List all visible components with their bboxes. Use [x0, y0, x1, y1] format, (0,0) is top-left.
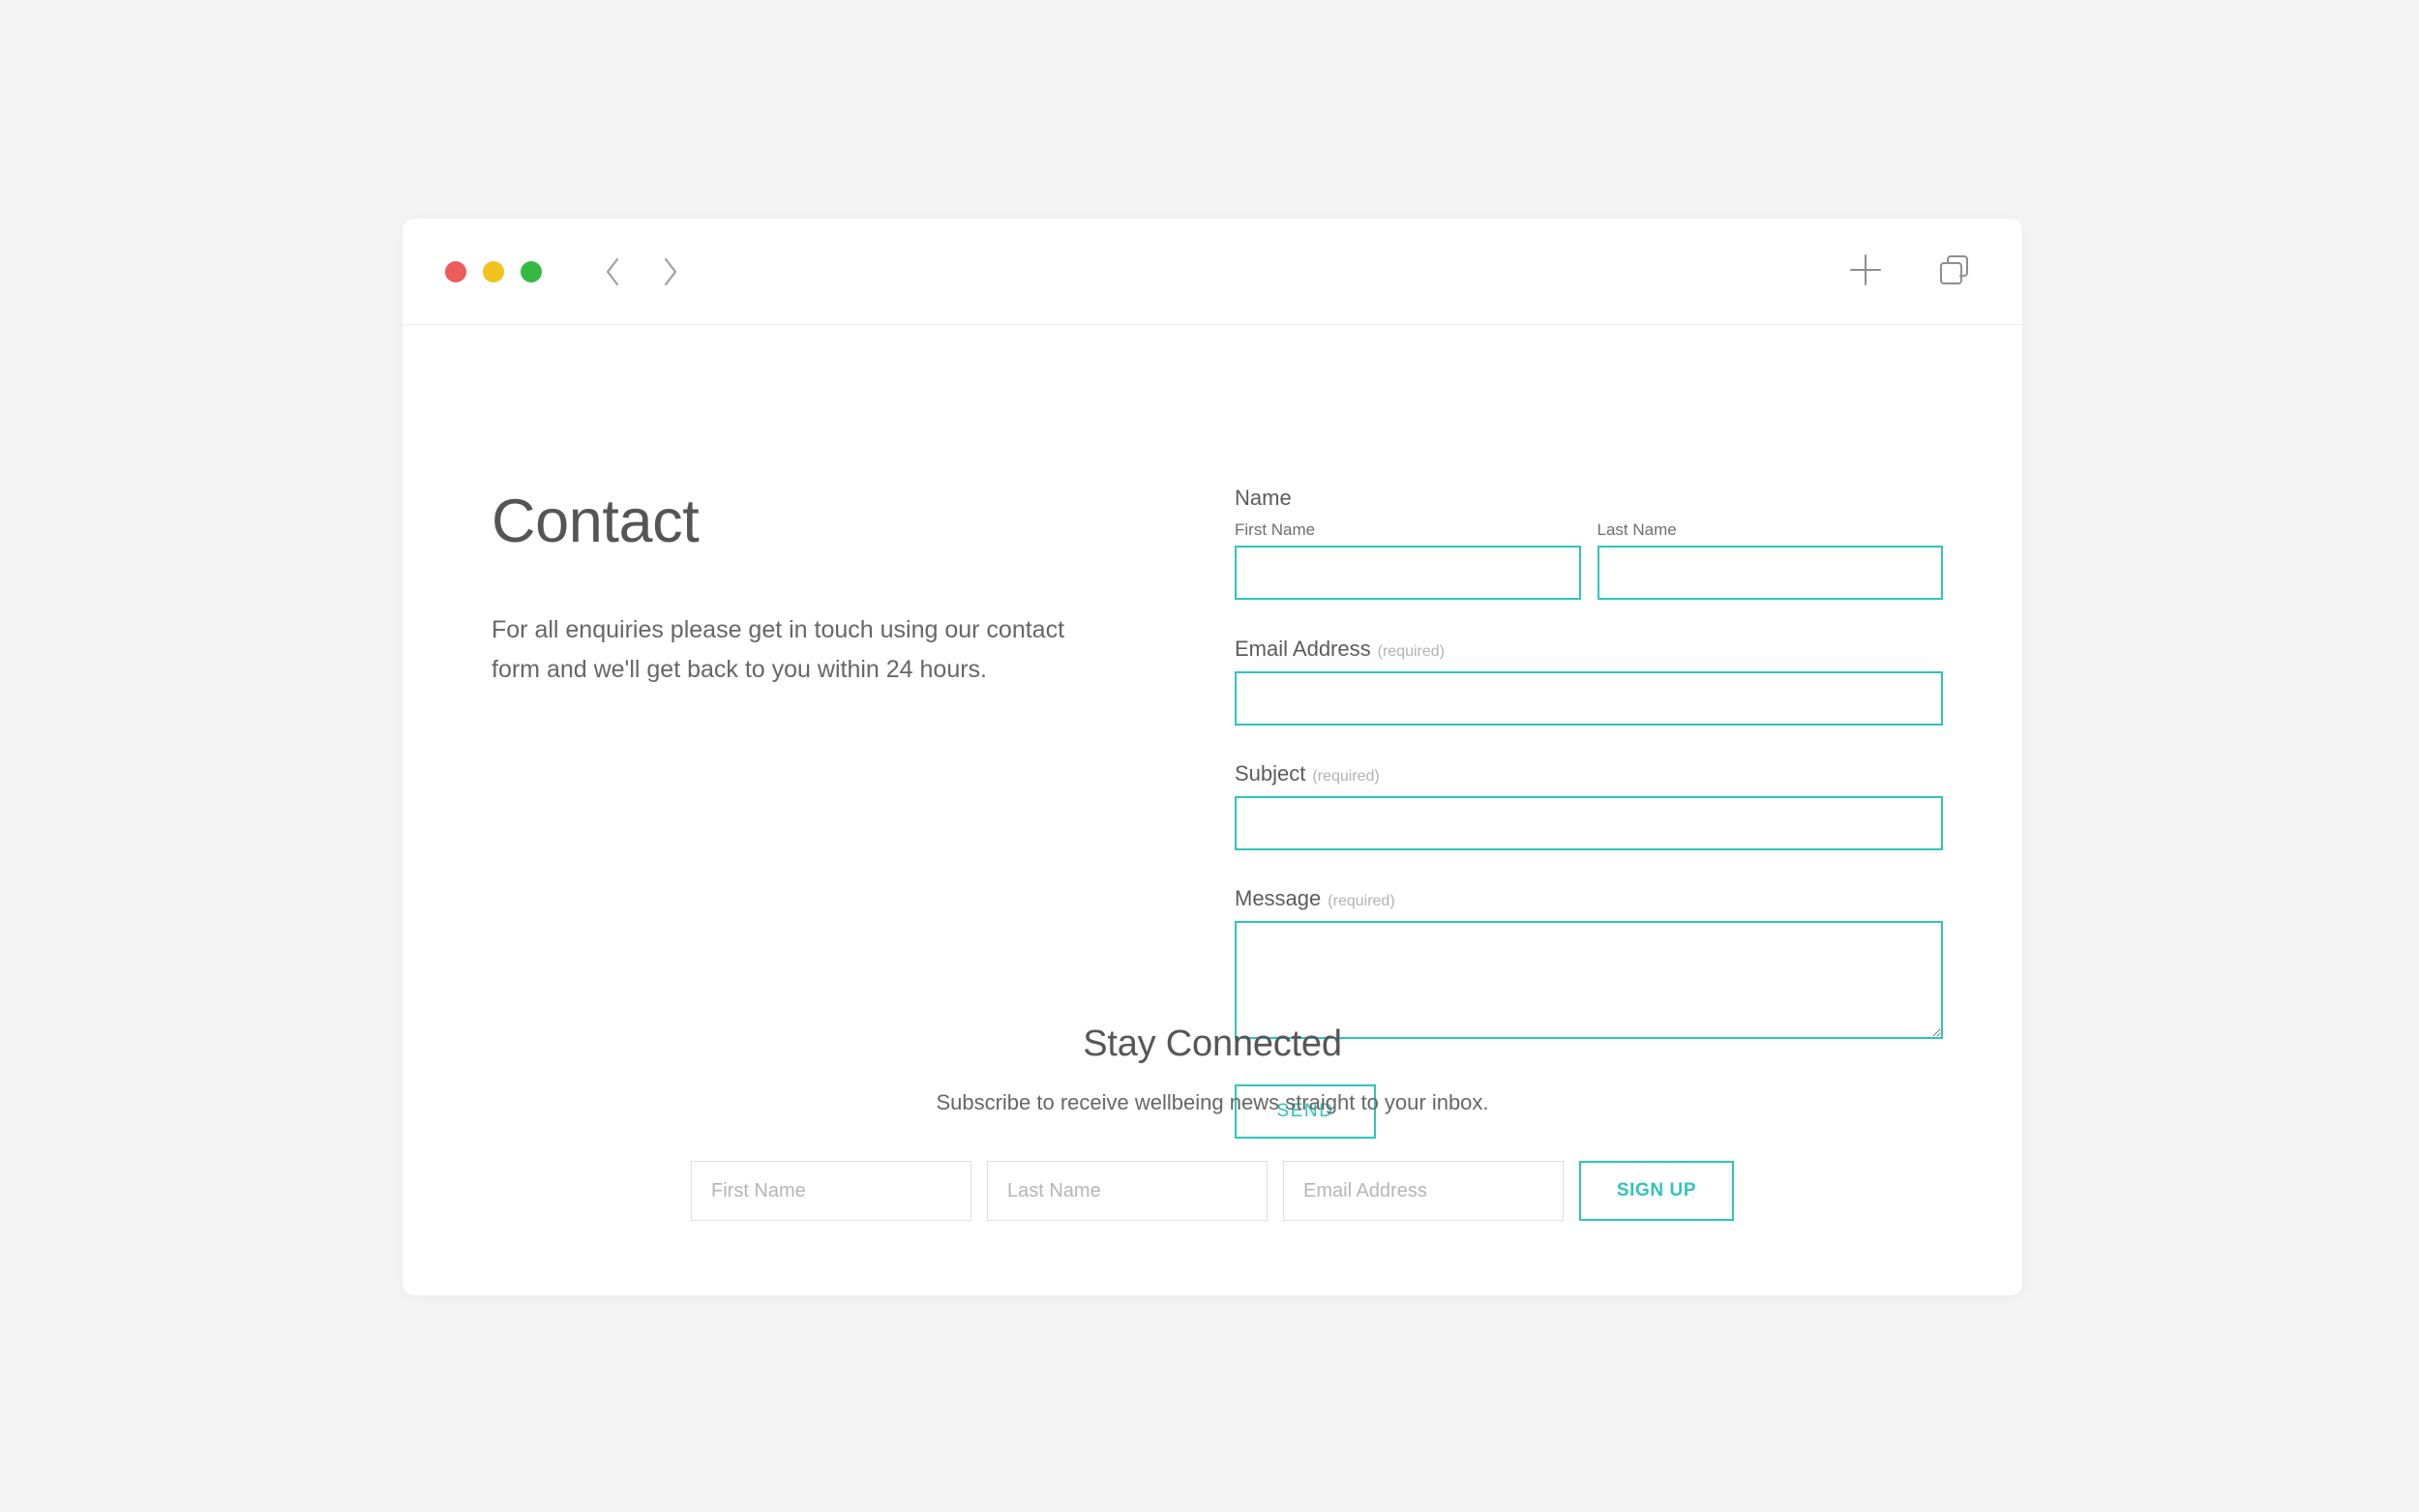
email-required-note: (required) [1377, 643, 1445, 660]
minimize-window-button[interactable] [483, 260, 504, 282]
email-label: Email Address (required) [1235, 637, 1943, 662]
email-field-group: Email Address (required) [1235, 637, 1943, 726]
page-title: Contact [492, 488, 700, 555]
first-name-sub-label: First Name [1235, 520, 1316, 539]
traffic-light-group [445, 260, 542, 282]
message-label-text: Message [1235, 886, 1322, 910]
signup-button[interactable]: SIGN UP [1579, 1161, 1734, 1221]
newsletter-section: Stay Connected Subscribe to receive well… [403, 1023, 2022, 1221]
name-field-group: Name First Name Last Name [1235, 486, 1943, 600]
email-label-text: Email Address [1235, 637, 1371, 661]
last-name-sub-label: Last Name [1597, 520, 1677, 539]
subject-required-note: (required) [1312, 768, 1380, 785]
last-name-cell: Last Name [1597, 520, 1943, 600]
email-input[interactable] [1235, 671, 1943, 726]
newsletter-email-input[interactable] [1283, 1161, 1564, 1221]
maximize-window-button[interactable] [521, 260, 542, 282]
message-textarea[interactable] [1235, 921, 1943, 1039]
subject-field-group: Subject (required) [1235, 761, 1943, 850]
page-background: Contact For all enquiries please get in … [0, 0, 2419, 1512]
chevron-left-icon[interactable] [600, 255, 625, 288]
subject-input[interactable] [1235, 796, 1943, 850]
subject-label-text: Subject [1235, 761, 1306, 786]
toolbar-right-actions [1848, 219, 1972, 325]
name-label: Name [1235, 486, 1292, 510]
message-field-group: Message (required) [1235, 886, 1943, 1039]
close-window-button[interactable] [445, 260, 466, 282]
newsletter-first-name-input[interactable] [691, 1161, 971, 1221]
subject-label: Subject (required) [1235, 761, 1943, 786]
intro-column: Contact For all enquiries please get in … [492, 491, 1091, 689]
name-row: First Name Last Name [1235, 520, 1943, 600]
first-name-input[interactable] [1235, 546, 1581, 600]
message-required-note: (required) [1328, 893, 1395, 909]
plus-icon[interactable] [1848, 252, 1883, 292]
newsletter-last-name-input[interactable] [987, 1161, 1268, 1221]
chevron-right-icon[interactable] [658, 255, 683, 288]
navigation-arrows [600, 255, 683, 288]
newsletter-form: SIGN UP [403, 1161, 2022, 1221]
page-content: Contact For all enquiries please get in … [403, 325, 2022, 1294]
message-label: Message (required) [1235, 886, 1943, 911]
browser-toolbar [403, 219, 2022, 325]
first-name-cell: First Name [1235, 520, 1581, 600]
newsletter-title: Stay Connected [1083, 1023, 1342, 1064]
browser-window: Contact For all enquiries please get in … [403, 219, 2022, 1295]
newsletter-subtitle: Subscribe to receive wellbeing news stra… [936, 1090, 1489, 1114]
last-name-input[interactable] [1597, 546, 1943, 600]
intro-paragraph: For all enquiries please get in touch us… [492, 616, 1065, 683]
duplicate-tabs-icon[interactable] [1937, 252, 1972, 292]
